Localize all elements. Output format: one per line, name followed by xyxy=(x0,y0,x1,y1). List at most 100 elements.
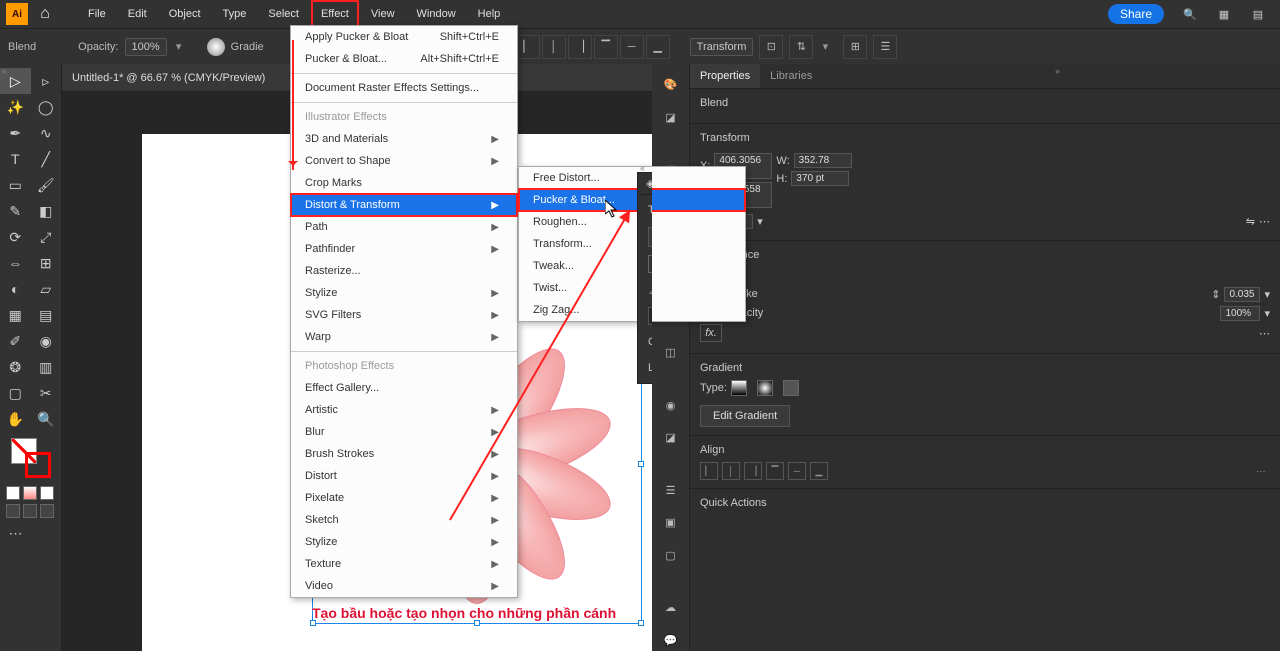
menu-distort[interactable]: Distort▶ xyxy=(291,465,517,487)
brush-tool-icon[interactable]: 🖌 xyxy=(31,172,62,198)
align-bottom-icon[interactable]: ▁ xyxy=(646,35,670,59)
menu-distort-transform[interactable]: Distort & Transform▶ xyxy=(291,194,517,216)
align-top-icon[interactable]: ▔ xyxy=(594,35,618,59)
color-mode-none[interactable] xyxy=(40,486,54,500)
gradient-swatch-icon[interactable] xyxy=(207,38,225,56)
free-transform-icon[interactable]: ⊞ xyxy=(31,250,62,276)
asset-export-icon[interactable]: ▣ xyxy=(660,512,682,533)
align-vcenter-icon[interactable]: ─ xyxy=(788,462,806,480)
draw-behind-icon[interactable] xyxy=(23,504,37,518)
align-more-icon[interactable]: ⋯ xyxy=(1252,462,1270,480)
menu-sketch[interactable]: Sketch▶ xyxy=(291,509,517,531)
scale-tool-icon[interactable]: ⤢ xyxy=(31,224,62,250)
eyedropper-tool-icon[interactable]: ✐ xyxy=(0,328,31,354)
menu-video[interactable]: Video▶ xyxy=(291,575,517,597)
menu-pathfinder[interactable]: Pathfinder▶ xyxy=(291,238,517,260)
curvature-tool-icon[interactable]: ∿ xyxy=(31,120,62,146)
line-tool-icon[interactable]: ╱ xyxy=(31,146,62,172)
stroke-stepper-icon[interactable]: ⇕ xyxy=(1211,288,1220,301)
height-field[interactable]: 370 pt xyxy=(791,171,849,186)
libraries-icon-1[interactable]: ☁ xyxy=(660,597,682,618)
hand-tool-icon[interactable]: ✋ xyxy=(0,406,31,432)
align-vcenter-icon[interactable]: ─ xyxy=(620,35,644,59)
libraries-icon-2[interactable]: 💬 xyxy=(660,630,682,651)
layers-icon[interactable]: ☰ xyxy=(660,480,682,501)
menu-rasterize[interactable]: Rasterize... xyxy=(291,260,517,282)
prefs-icon[interactable]: ☰ xyxy=(873,35,897,59)
artboards-icon[interactable]: ▢ xyxy=(660,545,682,566)
lasso-tool-icon[interactable]: ◯ xyxy=(31,94,62,120)
doc-setup-icon[interactable]: ⊞ xyxy=(843,35,867,59)
menu-svg-filters[interactable]: SVG Filters▶ xyxy=(291,304,517,326)
arrange-icon[interactable]: ▦ xyxy=(1212,2,1236,26)
align-left-icon[interactable]: ▏ xyxy=(516,35,540,59)
align-bottom-icon[interactable]: ▁ xyxy=(810,462,828,480)
menu-window[interactable]: Window xyxy=(407,0,466,28)
opacity-value[interactable]: 100% xyxy=(125,38,167,56)
menu-3d-materials[interactable]: 3D and Materials▶ xyxy=(291,128,517,150)
menu-object[interactable]: Object xyxy=(159,0,211,28)
rotate-drop-icon[interactable]: ▾ xyxy=(757,215,763,228)
tab-libraries[interactable]: Libraries xyxy=(760,64,822,88)
draw-normal-icon[interactable] xyxy=(6,504,20,518)
menu-view[interactable]: View xyxy=(361,0,405,28)
menu-stylize-ps[interactable]: Stylize▶ xyxy=(291,531,517,553)
draw-inside-icon[interactable] xyxy=(40,504,54,518)
menu-last-effect[interactable]: Pucker & Bloat...Alt+Shift+Ctrl+E xyxy=(291,48,517,70)
menu-path[interactable]: Path▶ xyxy=(291,216,517,238)
linear-gradient-btn[interactable] xyxy=(731,380,747,396)
artboard-tool-icon[interactable]: ▢ xyxy=(0,380,31,406)
eraser-tool-icon[interactable]: ◧ xyxy=(31,198,62,224)
menu-help[interactable]: Help xyxy=(468,0,511,28)
align-top-icon[interactable]: ▔ xyxy=(766,462,784,480)
gradient-slider[interactable] xyxy=(648,307,652,325)
align-hcenter-icon[interactable]: │ xyxy=(542,35,566,59)
menu-crop-marks[interactable]: Crop Marks xyxy=(291,172,517,194)
submenu-tweak[interactable]: Tweak... xyxy=(519,255,745,277)
transform-button[interactable]: Transform xyxy=(690,38,754,56)
magic-wand-tool-icon[interactable]: ✨ xyxy=(0,94,31,120)
edit-toolbar-icon[interactable]: ⋯ xyxy=(0,520,31,546)
perspective-icon[interactable]: ▱ xyxy=(31,276,62,302)
graphic-styles-icon[interactable]: ◪ xyxy=(660,427,682,448)
graph-tool-icon[interactable]: ▥ xyxy=(31,354,62,380)
panel-collapse-icon[interactable]: « xyxy=(2,66,7,76)
menu-effect[interactable]: Effect xyxy=(311,0,359,28)
submenu-zigzag[interactable]: Zig Zag... xyxy=(519,299,745,321)
menu-warp[interactable]: Warp▶ xyxy=(291,326,517,348)
menu-edit[interactable]: Edit xyxy=(118,0,157,28)
stroke-gradient-1-icon[interactable] xyxy=(648,255,652,273)
pen-tool-icon[interactable]: ✒ xyxy=(0,120,31,146)
more-options-icon[interactable]: ⋯ xyxy=(1259,215,1270,228)
transparency-icon[interactable]: ◫ xyxy=(660,342,682,363)
width-tool-icon[interactable]: ⇔ xyxy=(0,250,31,276)
submenu-pucker-bloat[interactable]: Pucker & Bloat... xyxy=(519,189,745,211)
home-icon[interactable]: ⌂ xyxy=(34,3,56,25)
fill-stroke-swatch[interactable] xyxy=(11,438,51,478)
direct-select-tool-icon[interactable]: ▹ xyxy=(31,68,62,94)
radial-gradient-btn[interactable] xyxy=(757,380,773,396)
menu-blur[interactable]: Blur▶ xyxy=(291,421,517,443)
workspace-icon[interactable]: ▤ xyxy=(1246,2,1270,26)
tab-properties[interactable]: Properties xyxy=(690,64,760,88)
menu-raster-settings[interactable]: Document Raster Effects Settings... xyxy=(291,77,517,99)
edit-gradient-button[interactable]: radient xyxy=(648,227,652,247)
shape-builder-icon[interactable]: ◐ xyxy=(0,276,31,302)
align-right-icon[interactable]: ▕ xyxy=(744,462,762,480)
align-hcenter-icon[interactable]: │ xyxy=(722,462,740,480)
menu-effect-gallery[interactable]: Effect Gallery... xyxy=(291,377,517,399)
align-right-icon[interactable]: ▕ xyxy=(568,35,592,59)
shaper-tool-icon[interactable]: ✎ xyxy=(0,198,31,224)
color-guide-icon[interactable]: ◪ xyxy=(660,107,682,128)
submenu-transform[interactable]: Transform... xyxy=(519,233,745,255)
menu-convert-shape[interactable]: Convert to Shape▶ xyxy=(291,150,517,172)
submenu-free-distort[interactable]: Free Distort... xyxy=(519,167,745,189)
width-field[interactable]: 352.78 xyxy=(794,153,852,168)
flip-icon[interactable]: ⇋ xyxy=(1246,215,1255,228)
menu-apply-last-effect[interactable]: Apply Pucker & BloatShift+Ctrl+E xyxy=(291,26,517,48)
menu-brush-strokes[interactable]: Brush Strokes▶ xyxy=(291,443,517,465)
align-left-icon[interactable]: ▏ xyxy=(700,462,718,480)
menu-file[interactable]: File xyxy=(78,0,116,28)
appearance-opacity-drop-icon[interactable]: ▾ xyxy=(1264,307,1270,320)
color-mode-gradient[interactable] xyxy=(23,486,37,500)
